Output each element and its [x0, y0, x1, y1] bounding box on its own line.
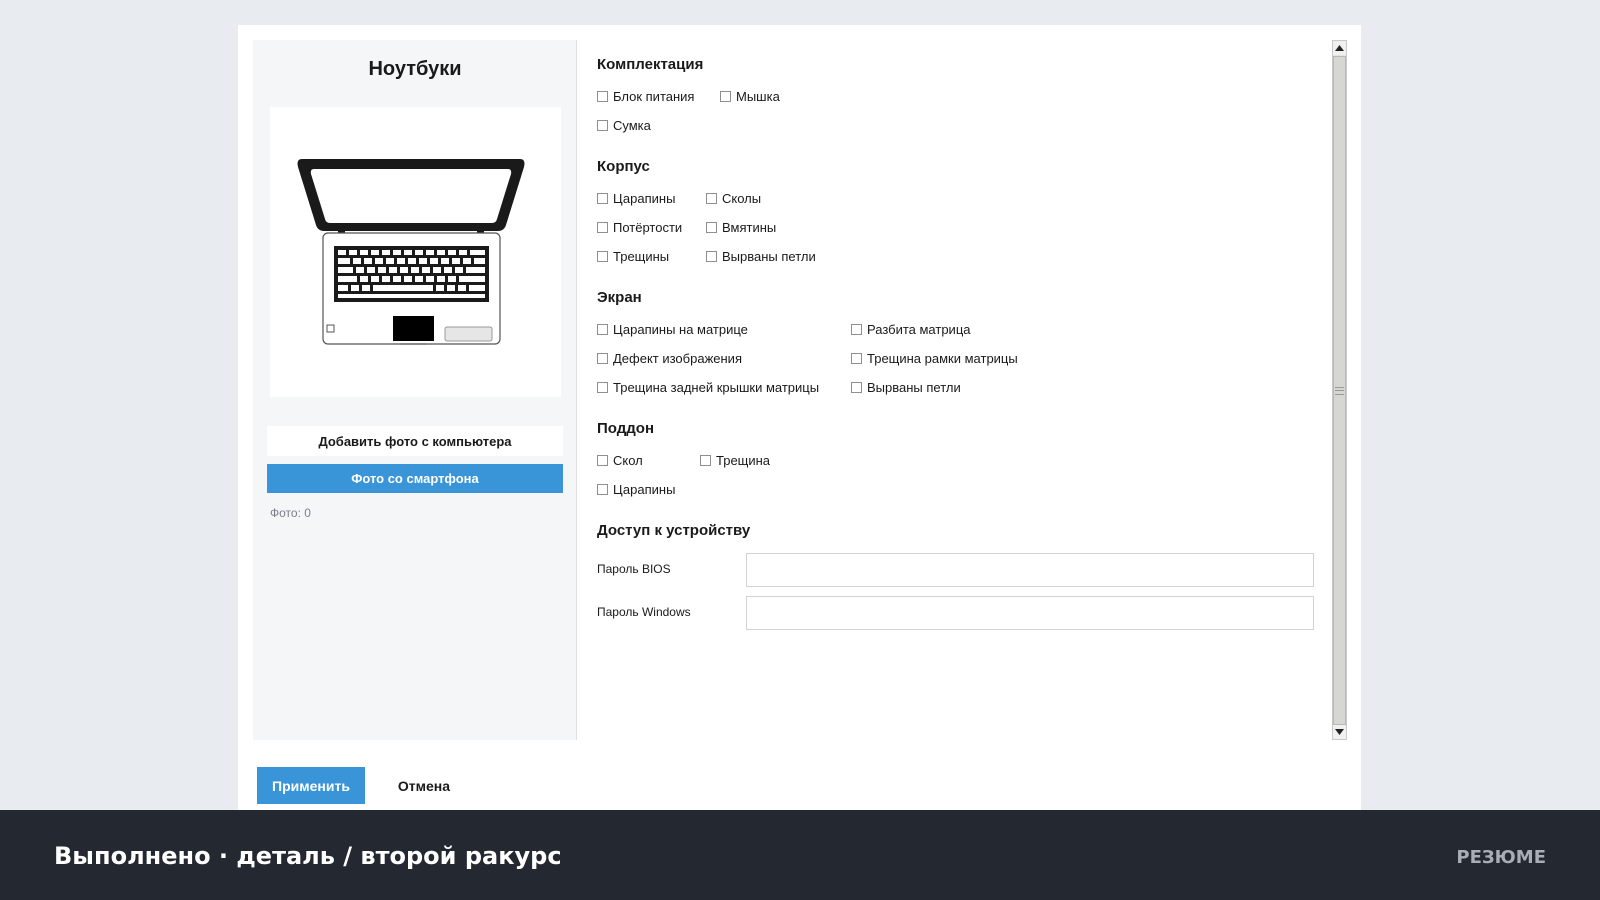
- condition-form: Комплектация Блок питания Мышка Сумка Ко…: [597, 40, 1317, 740]
- add-photo-from-computer-button[interactable]: Добавить фото с компьютера: [267, 426, 563, 456]
- checkbox-box[interactable]: [851, 353, 862, 364]
- photo-count-label: Фото:: [270, 506, 301, 520]
- scroll-up-arrow-icon[interactable]: [1333, 41, 1346, 55]
- checkbox-tray-scratches[interactable]: Царапины: [597, 482, 675, 497]
- photo-count-value: 0: [304, 506, 311, 520]
- footer-title: Выполнено · деталь / второй ракурс: [54, 842, 562, 870]
- checkbox-power-supply[interactable]: Блок питания: [597, 89, 694, 104]
- section-title-access: Доступ к устройству: [597, 522, 751, 539]
- checkbox-tray-crack[interactable]: Трещина: [700, 453, 770, 468]
- windows-password-label: Пароль Windows: [597, 605, 691, 619]
- bios-password-label: Пароль BIOS: [597, 562, 671, 576]
- checkbox-box[interactable]: [597, 382, 608, 393]
- checkbox-box[interactable]: [597, 251, 608, 262]
- checkbox-body-dents[interactable]: Вмятины: [706, 220, 776, 235]
- checkbox-box[interactable]: [706, 222, 717, 233]
- cancel-button[interactable]: Отмена: [374, 767, 474, 804]
- checkbox-box[interactable]: [597, 324, 608, 335]
- section-title-tray: Поддон: [597, 420, 655, 437]
- checkbox-box[interactable]: [706, 251, 717, 262]
- checkbox-body-scratches[interactable]: Царапины: [597, 191, 675, 206]
- checkbox-box[interactable]: [597, 193, 608, 204]
- checkbox-box[interactable]: [720, 91, 731, 102]
- device-image: [270, 107, 561, 397]
- checkbox-screen-matrix-scratches[interactable]: Царапины на матрице: [597, 322, 748, 337]
- checkbox-body-scuffs[interactable]: Потёртости: [597, 220, 682, 235]
- checkbox-screen-matrix-broken[interactable]: Разбита матрица: [851, 322, 971, 337]
- checkbox-tray-chip[interactable]: Скол: [597, 453, 643, 468]
- laptop-icon: [297, 159, 525, 345]
- apply-button[interactable]: Применить: [257, 767, 365, 804]
- checkbox-box[interactable]: [706, 193, 717, 204]
- section-title-screen: Экран: [597, 289, 642, 306]
- checkbox-box[interactable]: [597, 353, 608, 364]
- checkbox-box[interactable]: [597, 455, 608, 466]
- checkbox-box[interactable]: [851, 382, 862, 393]
- checkbox-body-cracks[interactable]: Трещины: [597, 249, 669, 264]
- form-scrollbar[interactable]: [1332, 40, 1347, 740]
- photo-count: Фото: 0: [270, 506, 311, 520]
- scroll-down-arrow-icon[interactable]: [1333, 725, 1346, 739]
- checkbox-screen-torn-hinges[interactable]: Вырваны петли: [851, 380, 961, 395]
- section-title-body: Корпус: [597, 158, 650, 175]
- device-title: Ноутбуки: [368, 58, 462, 80]
- checkbox-body-chips[interactable]: Сколы: [706, 191, 761, 206]
- grip-icon: [1335, 386, 1344, 395]
- checkbox-bag[interactable]: Сумка: [597, 118, 651, 133]
- checkbox-mouse[interactable]: Мышка: [720, 89, 780, 104]
- windows-password-input[interactable]: [746, 596, 1314, 630]
- photo-from-smartphone-button[interactable]: Фото со смартфона: [267, 464, 563, 493]
- checkbox-box[interactable]: [597, 222, 608, 233]
- device-sidebar: Ноутбуки Добавить фото с компьютера Фото…: [253, 40, 577, 740]
- footer-bar: Выполнено · деталь / второй ракурс РЕЗЮМ…: [0, 810, 1600, 900]
- checkbox-screen-frame-crack[interactable]: Трещина рамки матрицы: [851, 351, 1018, 366]
- checkbox-box[interactable]: [597, 484, 608, 495]
- checkbox-screen-image-defect[interactable]: Дефект изображения: [597, 351, 742, 366]
- bios-password-input[interactable]: [746, 553, 1314, 587]
- resume-link[interactable]: РЕЗЮМЕ: [1456, 847, 1546, 868]
- dialog-panel: Ноутбуки Добавить фото с компьютера Фото…: [238, 25, 1361, 810]
- checkbox-box[interactable]: [700, 455, 711, 466]
- scrollbar-thumb[interactable]: [1333, 56, 1346, 725]
- checkbox-box[interactable]: [597, 91, 608, 102]
- checkbox-box[interactable]: [597, 120, 608, 131]
- checkbox-body-torn-hinges[interactable]: Вырваны петли: [706, 249, 816, 264]
- section-title-kit: Комплектация: [597, 56, 704, 73]
- checkbox-box[interactable]: [851, 324, 862, 335]
- checkbox-screen-back-cover-crack[interactable]: Трещина задней крышки матрицы: [597, 380, 819, 395]
